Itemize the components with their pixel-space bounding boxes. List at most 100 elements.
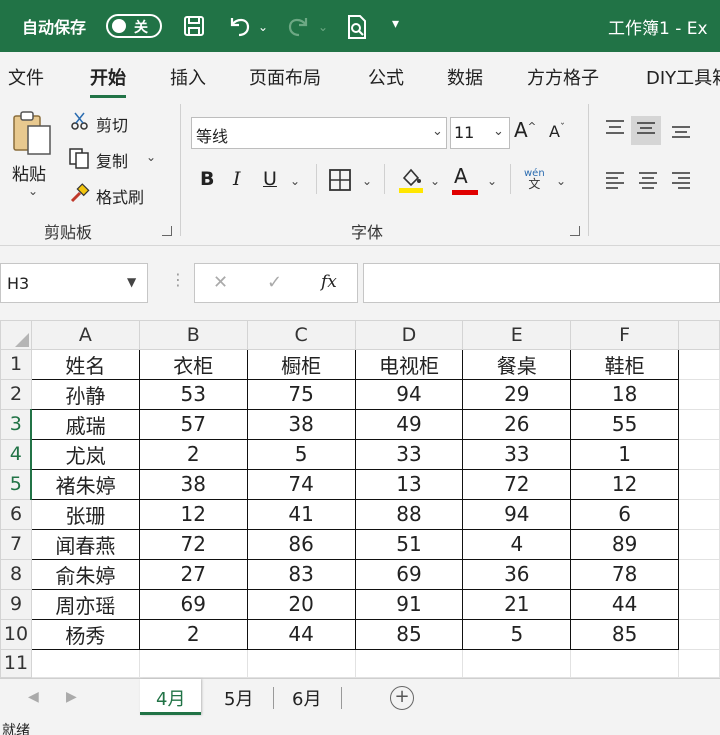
cell[interactable]: 2 <box>138 438 248 470</box>
paste-dropdown-icon[interactable]: ⌄ <box>28 184 38 198</box>
tab-formulas[interactable]: 公式 <box>368 64 404 90</box>
cell[interactable]: 姓名 <box>30 348 140 380</box>
row-header[interactable]: 8 <box>0 558 32 590</box>
enter-icon[interactable]: ✓ <box>267 272 282 293</box>
cell[interactable] <box>678 378 720 410</box>
column-header-f[interactable]: F <box>570 320 680 350</box>
cell[interactable]: 44 <box>570 588 680 620</box>
cell[interactable]: 褚朱婷 <box>30 468 140 500</box>
decrease-font-size-icon[interactable]: Aˇ <box>549 122 565 141</box>
align-right-icon[interactable] <box>670 170 692 195</box>
column-header-c[interactable]: C <box>246 320 356 350</box>
cell[interactable]: 72 <box>462 468 572 500</box>
align-left-icon[interactable] <box>604 170 626 195</box>
cell[interactable]: 72 <box>138 528 248 560</box>
name-box[interactable]: H3 ▼ <box>0 263 148 303</box>
cell[interactable]: 1 <box>570 438 680 470</box>
cell[interactable] <box>678 348 720 380</box>
cell[interactable]: 衣柜 <box>138 348 248 380</box>
cell[interactable]: 餐桌 <box>462 348 572 380</box>
bold-button[interactable]: B <box>200 168 214 190</box>
cell[interactable]: 2 <box>138 618 248 650</box>
cell[interactable]: 78 <box>570 558 680 590</box>
cell[interactable]: 26 <box>462 408 572 440</box>
sheet-tab-april[interactable]: 4月 <box>140 679 202 715</box>
column-header-d[interactable]: D <box>354 320 464 350</box>
copy-icon[interactable] <box>68 147 90 173</box>
font-size-select[interactable]: 11 ⌄ <box>450 117 510 149</box>
font-launcher-icon[interactable] <box>570 226 580 236</box>
cell[interactable]: 94 <box>354 378 464 410</box>
borders-icon[interactable] <box>328 168 352 197</box>
tab-home[interactable]: 开始 <box>90 64 126 98</box>
cell[interactable] <box>678 528 720 560</box>
cell[interactable] <box>570 648 680 678</box>
redo-dropdown-icon[interactable]: ⌄ <box>318 20 328 34</box>
cell[interactable]: 电视柜 <box>354 348 464 380</box>
cell[interactable]: 38 <box>246 408 356 440</box>
font-name-select[interactable]: 等线 ⌄ <box>191 117 447 149</box>
cell[interactable]: 51 <box>354 528 464 560</box>
clipboard-launcher-icon[interactable] <box>162 226 172 236</box>
row-header[interactable]: 11 <box>0 648 32 678</box>
cell[interactable]: 鞋柜 <box>570 348 680 380</box>
cell[interactable]: 13 <box>354 468 464 500</box>
cell[interactable]: 69 <box>354 558 464 590</box>
fill-color-icon[interactable] <box>398 166 424 199</box>
underline-dropdown-icon[interactable]: ⌄ <box>290 174 300 188</box>
tab-insert[interactable]: 插入 <box>170 64 206 90</box>
tab-page-layout[interactable]: 页面布局 <box>249 64 321 90</box>
cell[interactable]: 89 <box>570 528 680 560</box>
cell[interactable]: 5 <box>462 618 572 650</box>
redo-icon[interactable] <box>286 14 312 43</box>
column-header-g[interactable] <box>678 320 720 350</box>
cell[interactable]: 38 <box>138 468 248 500</box>
cell[interactable]: 6 <box>570 498 680 530</box>
cell[interactable]: 53 <box>138 378 248 410</box>
cell[interactable]: 83 <box>246 558 356 590</box>
cut-button[interactable]: 剪切 <box>96 112 128 136</box>
cell[interactable]: 12 <box>570 468 680 500</box>
cell[interactable] <box>678 558 720 590</box>
row-header[interactable]: 9 <box>0 588 32 620</box>
cell[interactable]: 69 <box>138 588 248 620</box>
cell[interactable]: 戚瑞 <box>30 408 140 440</box>
autosave-toggle[interactable]: 关 <box>106 14 162 38</box>
increase-font-size-icon[interactable]: A^ <box>514 118 536 142</box>
cell[interactable] <box>678 468 720 500</box>
cell[interactable]: 41 <box>246 498 356 530</box>
cell[interactable]: 49 <box>354 408 464 440</box>
tab-fangfang[interactable]: 方方格子 <box>527 64 599 90</box>
cell[interactable]: 86 <box>246 528 356 560</box>
tab-data[interactable]: 数据 <box>447 64 483 90</box>
cell[interactable]: 12 <box>138 498 248 530</box>
cell[interactable] <box>462 648 572 678</box>
customize-qat-icon[interactable]: ▾ <box>392 16 399 32</box>
cell[interactable]: 29 <box>462 378 572 410</box>
cell[interactable] <box>30 648 140 678</box>
sheet-tab-june[interactable]: 6月 <box>276 679 337 715</box>
row-header[interactable]: 7 <box>0 528 32 560</box>
cell[interactable]: 44 <box>246 618 356 650</box>
undo-dropdown-icon[interactable]: ⌄ <box>258 20 268 34</box>
cell[interactable] <box>678 438 720 470</box>
cell[interactable]: 55 <box>570 408 680 440</box>
phonetic-guide-icon[interactable]: wén 文 <box>524 168 545 191</box>
formula-bar-grip-icon[interactable]: ⋮ <box>170 270 186 289</box>
cell[interactable]: 4 <box>462 528 572 560</box>
format-painter-button[interactable]: 格式刷 <box>96 184 144 208</box>
worksheet-grid[interactable]: A B C D E F 1 姓名 衣柜 橱柜 电视柜 餐桌 鞋柜 2 孙静 53 75 94 29 18 3… <box>0 320 720 678</box>
align-top-icon[interactable] <box>604 118 626 143</box>
phonetic-dropdown-icon[interactable]: ⌄ <box>556 174 566 188</box>
paste-button[interactable]: 粘贴 <box>12 160 46 185</box>
cell[interactable]: 孙静 <box>30 378 140 410</box>
cell[interactable]: 21 <box>462 588 572 620</box>
cell[interactable]: 88 <box>354 498 464 530</box>
copy-button[interactable]: 复制 <box>96 148 128 172</box>
cell[interactable]: 85 <box>354 618 464 650</box>
cell[interactable]: 20 <box>246 588 356 620</box>
cell[interactable]: 75 <box>246 378 356 410</box>
tab-file[interactable]: 文件 <box>8 64 44 90</box>
row-header[interactable]: 6 <box>0 498 32 530</box>
column-header-b[interactable]: B <box>138 320 248 350</box>
